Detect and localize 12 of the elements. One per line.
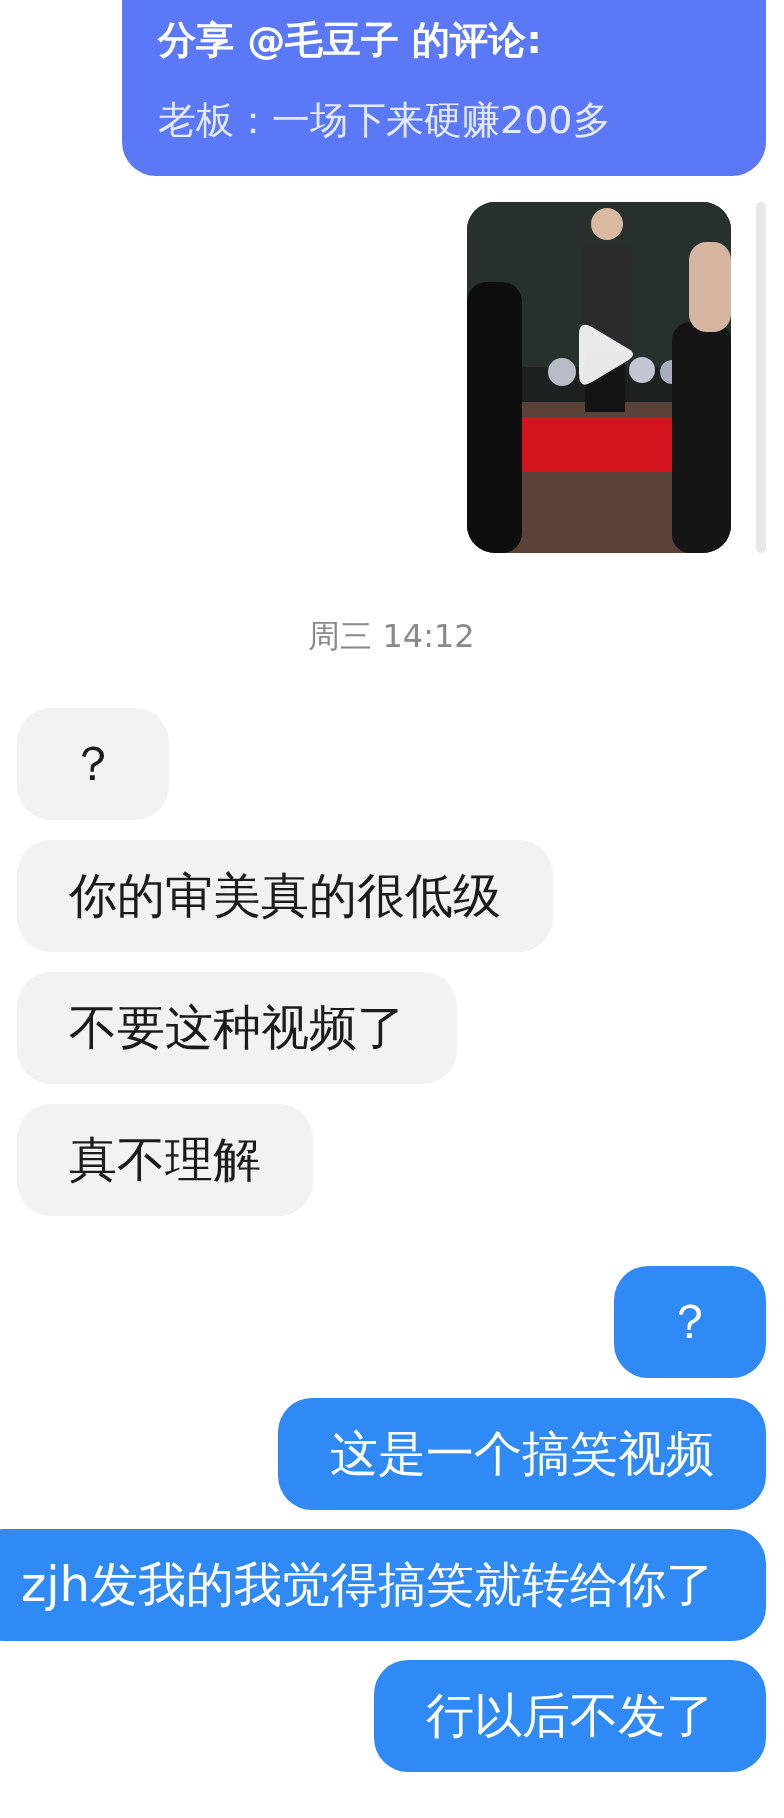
message-bubble: 这是一个搞笑视频 bbox=[278, 1398, 766, 1510]
share-title: 分享 @毛豆子 的评论: bbox=[158, 17, 543, 64]
message-bubble: zjh发我的我觉得搞笑就转给你了 bbox=[0, 1529, 766, 1641]
message-bubble: 行以后不发了 bbox=[374, 1660, 766, 1772]
shared-comment-card[interactable]: 分享 @毛豆子 的评论: 老板：一场下来硬赚200多 bbox=[122, 0, 766, 176]
comment-text: 老板：一场下来硬赚200多 bbox=[158, 97, 612, 144]
message-bubble: 你的审美真的很低级 bbox=[17, 840, 553, 952]
message-bubble: ？ bbox=[17, 708, 169, 820]
message-bubble: ？ bbox=[614, 1266, 766, 1378]
message-bubble: 不要这种视频了 bbox=[17, 972, 457, 1084]
timestamp: 周三 14:12 bbox=[307, 616, 476, 656]
message-bubble: 真不理解 bbox=[17, 1104, 313, 1216]
